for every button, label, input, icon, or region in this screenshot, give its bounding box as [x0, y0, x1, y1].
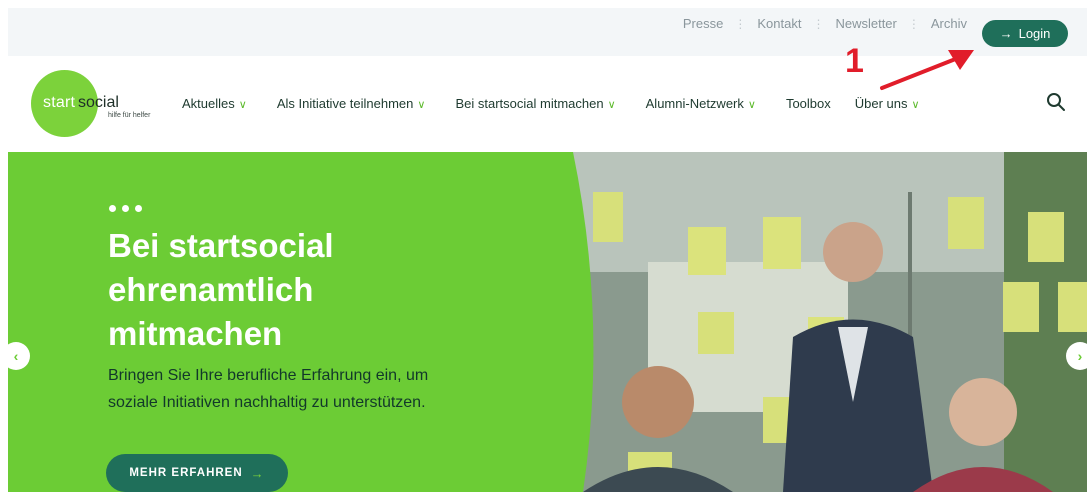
separator: ⋮	[734, 16, 747, 31]
nav-item-initiative[interactable]: Als Initiative teilnehmen ∨	[277, 96, 426, 111]
login-button[interactable]: → Login	[982, 20, 1068, 47]
separator: ⋮	[907, 16, 920, 31]
chevron-right-icon: ›	[1077, 348, 1083, 364]
main-nav: Aktuelles ∨ Als Initiative teilnehmen ∨ …	[182, 96, 920, 111]
top-link-kontakt[interactable]: Kontakt	[757, 16, 801, 31]
slide-dot[interactable]	[109, 205, 116, 212]
annotation-number: 1	[845, 42, 864, 80]
hero-subtext: Bringen Sie Ihre berufliche Erfahrung ei…	[108, 362, 498, 416]
nav-item-toolbox[interactable]: Toolbox	[786, 96, 831, 111]
separator: ⋮	[812, 16, 825, 31]
arrow-right-icon: →	[250, 465, 265, 481]
hero-headline-line: mitmachen	[108, 315, 283, 352]
logo-tagline: hilfe für helfer	[108, 112, 151, 119]
slide-dot[interactable]	[122, 205, 129, 212]
cta-label: MEHR ERFAHREN	[129, 467, 243, 479]
logo-text-social: social	[78, 94, 119, 111]
top-link-newsletter[interactable]: Newsletter	[835, 16, 896, 31]
slide-indicator[interactable]	[109, 205, 142, 212]
nav-item-label: Bei startsocial mitmachen	[455, 96, 604, 111]
nav-item-label: Über uns	[854, 96, 908, 111]
arrow-right-icon: →	[999, 26, 1013, 41]
hero-slider: Bei startsocial ehrenamtlich mitmachen B…	[8, 152, 1087, 492]
nav-item-label: Als Initiative teilnehmen	[276, 96, 414, 111]
top-links: Presse ⋮ Kontakt ⋮ Newsletter ⋮ Archiv	[683, 16, 967, 31]
chevron-down-icon: ∨	[607, 99, 616, 111]
nav-item-ueber-uns[interactable]: Über uns ∨	[855, 96, 920, 111]
annotation-arrow-icon	[880, 50, 974, 90]
nav-item-mitmachen[interactable]: Bei startsocial mitmachen ∨	[455, 96, 615, 111]
hero-subtext-line: soziale Initiativen nachhaltig zu unters…	[108, 394, 426, 411]
nav-item-label: Alumni-Netzwerk	[645, 96, 744, 111]
hero-subtext-line: Bringen Sie Ihre berufliche Erfahrung ei…	[108, 367, 429, 384]
chevron-left-icon: ‹	[13, 348, 19, 364]
top-link-presse[interactable]: Presse	[683, 16, 723, 31]
login-label: Login	[1018, 26, 1051, 41]
nav-item-label: Aktuelles	[182, 96, 235, 111]
hero-headline-line: ehrenamtlich	[108, 271, 314, 308]
nav-item-label: Toolbox	[785, 96, 831, 111]
logo-text-start: start	[43, 94, 76, 111]
chevron-down-icon: ∨	[238, 99, 247, 111]
nav-item-alumni[interactable]: Alumni-Netzwerk ∨	[646, 96, 756, 111]
hero-headline: Bei startsocial ehrenamtlich mitmachen	[108, 224, 468, 356]
slider-next-button[interactable]: ›	[1066, 342, 1087, 370]
top-link-archiv[interactable]: Archiv	[931, 16, 967, 31]
chevron-down-icon: ∨	[747, 99, 756, 111]
nav-item-aktuelles[interactable]: Aktuelles ∨	[182, 96, 247, 111]
hero-headline-line: Bei startsocial	[108, 227, 334, 264]
search-icon[interactable]	[1046, 92, 1066, 112]
slide-dot[interactable]	[135, 205, 142, 212]
chevron-down-icon: ∨	[911, 99, 920, 111]
chevron-down-icon: ∨	[417, 99, 426, 111]
mehr-erfahren-button[interactable]: MEHR ERFAHREN →	[106, 454, 288, 492]
